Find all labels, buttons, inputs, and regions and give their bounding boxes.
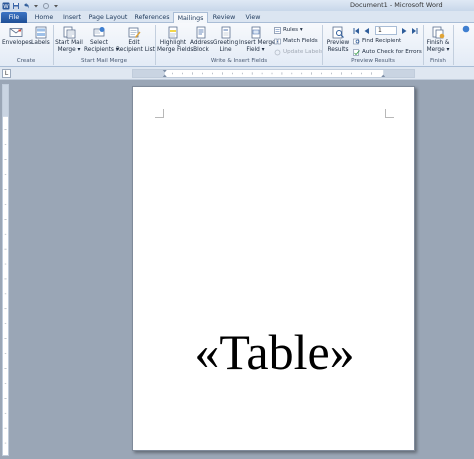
preview-results-button[interactable]: Preview Results: [325, 26, 351, 53]
address-block-label-2: Block: [193, 46, 209, 53]
preview-results-icon: [332, 26, 344, 39]
last-record-icon[interactable]: [411, 27, 418, 35]
highlight-merge-fields-button[interactable]: Highlight Merge Fields: [157, 26, 193, 53]
finish-merge-icon: [432, 26, 445, 39]
redo-icon[interactable]: [42, 2, 50, 10]
undo-icon[interactable]: [22, 2, 30, 10]
rules-button[interactable]: Rules ▾: [274, 26, 303, 34]
ribbon-tab-row: File Home Insert Page Layout References …: [0, 11, 474, 24]
vertical-ruler[interactable]: [2, 84, 9, 456]
svg-text:W: W: [3, 4, 9, 10]
word-app-icon[interactable]: W: [2, 2, 10, 10]
auto-check-errors-label: Auto Check for Errors: [362, 49, 422, 55]
group-label-start-mail-merge: Start Mail Merge: [80, 58, 128, 64]
group-separator: [453, 25, 454, 65]
envelope-icon: [9, 28, 22, 37]
rules-icon: [274, 26, 281, 34]
tab-selector[interactable]: L: [2, 69, 11, 78]
crop-mark-top-right: [385, 109, 394, 118]
finish-merge-label-1: Finish &: [426, 40, 450, 46]
auto-check-errors-button[interactable]: Auto Check for Errors: [353, 48, 422, 56]
tab-review[interactable]: Review: [209, 12, 239, 23]
greeting-line-button[interactable]: Greeting Line: [213, 26, 238, 53]
crop-mark-top-left: [155, 109, 164, 118]
auto-check-errors-icon: [353, 48, 360, 56]
tab-file[interactable]: File: [1, 12, 27, 23]
title-bar: W Document1 - Microsoft Word: [0, 0, 474, 11]
envelopes-button[interactable]: Envelopes: [2, 26, 32, 47]
horizontal-ruler[interactable]: [132, 69, 415, 78]
envelopes-label: Envelopes: [2, 40, 32, 46]
help-icon[interactable]: [462, 25, 470, 33]
match-fields-button[interactable]: Match Fields: [274, 37, 318, 45]
find-recipient-icon: [353, 38, 360, 44]
greeting-line-label-2: Line: [219, 46, 232, 53]
insert-merge-field-icon: [251, 26, 260, 39]
tab-insert[interactable]: Insert: [58, 12, 86, 23]
group-label-finish: Finish: [430, 58, 446, 64]
find-recipient-label: Find Recipient: [362, 38, 402, 44]
insert-merge-field-label-2: Field ▾: [246, 46, 265, 53]
preview-results-label-2: Results: [327, 46, 349, 53]
address-block-icon: [196, 26, 206, 39]
first-record-icon[interactable]: [353, 27, 360, 35]
edit-recipient-list-label-1: Edit: [128, 40, 140, 46]
start-mail-merge-label-1: Start Mail: [55, 40, 83, 46]
ribbon: Envelopes Labels Create Start Mail Merge…: [0, 23, 474, 67]
address-block-label-1: Address: [190, 40, 214, 46]
tab-references[interactable]: References: [131, 12, 173, 23]
start-mail-merge-button[interactable]: Start Mail Merge ▾: [55, 26, 83, 53]
document-page[interactable]: «Table»: [132, 86, 415, 451]
customize-toolbar-icon[interactable]: [52, 2, 60, 10]
start-mail-merge-label-2: Merge ▾: [57, 46, 81, 53]
edit-recipient-list-button[interactable]: Edit Recipient List: [116, 26, 155, 53]
next-record-icon[interactable]: [401, 27, 408, 35]
tab-home[interactable]: Home: [30, 12, 58, 23]
preview-results-label-1: Preview: [326, 40, 350, 46]
window-title: Document1 - Microsoft Word: [350, 1, 443, 9]
labels-label: Labels: [31, 40, 50, 46]
group-label-preview-results: Preview Results: [351, 58, 395, 64]
highlight-merge-fields-icon: [168, 26, 178, 39]
select-recipients-button[interactable]: Select Recipients ▾: [84, 26, 119, 53]
record-number-input[interactable]: [375, 26, 397, 35]
select-recipients-label-2: Recipients ▾: [84, 46, 119, 53]
previous-record-icon[interactable]: [363, 27, 370, 35]
ruler-row: L: [0, 67, 474, 80]
update-labels-label: Update Labels: [283, 49, 324, 55]
edit-recipient-list-label-2: Recipient List: [116, 46, 155, 53]
match-fields-label: Match Fields: [283, 38, 318, 44]
start-mail-merge-icon: [63, 26, 76, 39]
finish-merge-button[interactable]: Finish & Merge ▾: [425, 26, 451, 53]
address-block-button[interactable]: Address Block: [190, 26, 214, 53]
match-fields-icon: [274, 38, 281, 44]
select-recipients-icon: [93, 27, 105, 37]
dropdown-arrow-icon[interactable]: [32, 2, 40, 10]
select-recipients-label-1: Select: [90, 40, 108, 46]
find-recipient-button[interactable]: Find Recipient: [353, 37, 401, 45]
update-labels-icon: [274, 49, 281, 55]
rules-label: Rules ▾: [283, 27, 303, 33]
save-icon[interactable]: [12, 2, 20, 10]
labels-button[interactable]: Labels: [30, 26, 51, 47]
highlight-merge-fields-label-2: Merge Fields: [157, 46, 194, 53]
labels-icon: [35, 26, 46, 39]
finish-merge-label-2: Merge ▾: [426, 46, 450, 53]
update-labels-button[interactable]: Update Labels: [274, 48, 323, 56]
tab-page-layout[interactable]: Page Layout: [86, 12, 130, 23]
greeting-line-label-1: Greeting: [213, 40, 239, 46]
insert-merge-field-label-1: Insert Merge: [239, 40, 276, 46]
tab-view[interactable]: View: [240, 12, 266, 23]
greeting-line-icon: [221, 26, 230, 39]
group-label-create: Create: [16, 58, 36, 64]
group-label-write-insert-fields: Write & Insert Fields: [210, 58, 268, 64]
insert-merge-field-button[interactable]: Insert Merge Field ▾: [239, 26, 276, 53]
edit-recipient-list-icon: [128, 27, 141, 38]
merge-field-table[interactable]: «Table»: [133, 324, 416, 380]
highlight-merge-fields-label-1: Highlight: [159, 40, 187, 46]
quick-access-toolbar: W: [2, 1, 60, 10]
